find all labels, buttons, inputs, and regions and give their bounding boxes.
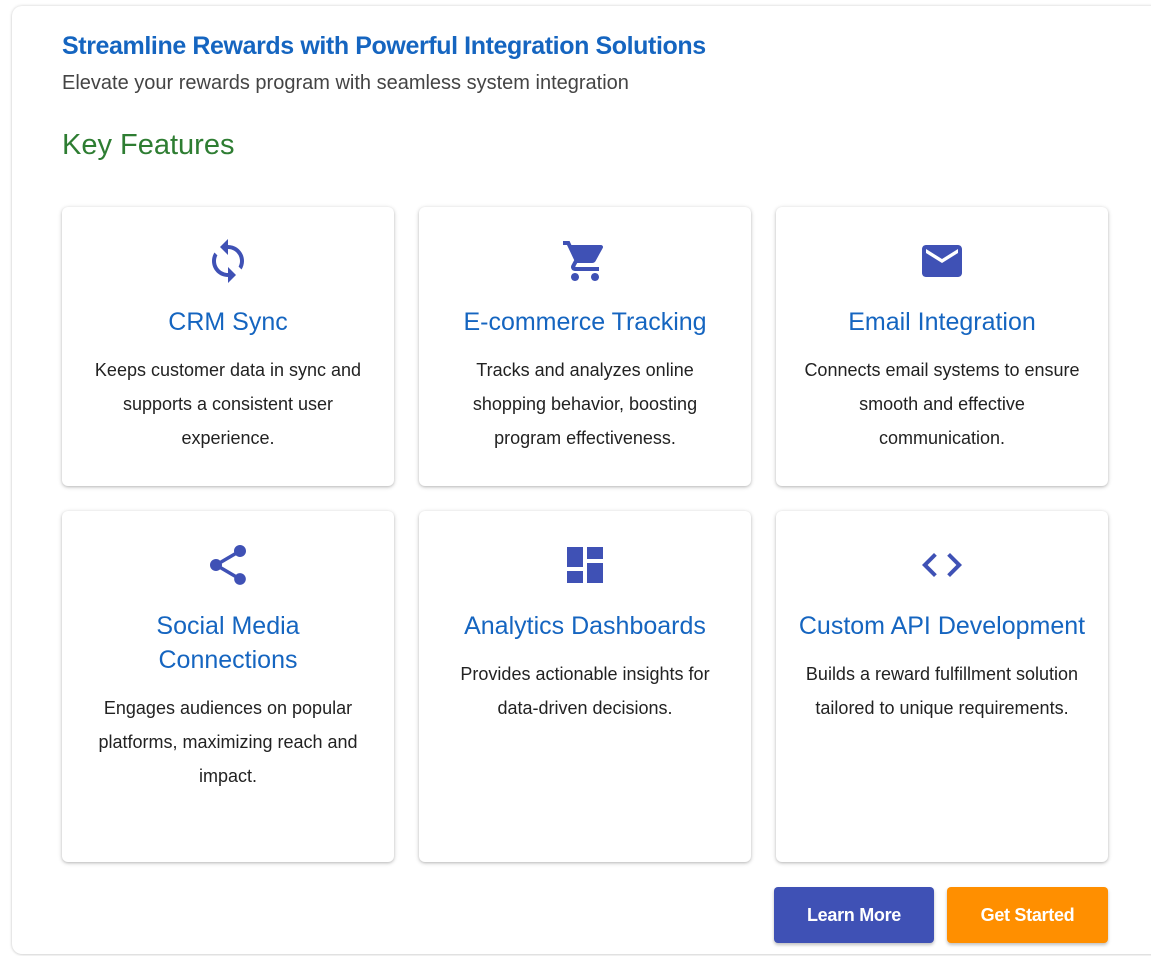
- learn-more-button[interactable]: Learn More: [774, 887, 934, 943]
- feature-card-crm-sync: CRM Sync Keeps customer data in sync and…: [62, 207, 394, 486]
- feature-title: Custom API Development: [798, 612, 1086, 640]
- feature-title: Email Integration: [848, 308, 1036, 336]
- sync-icon: [204, 237, 252, 285]
- feature-description: Tracks and analyzes online shopping beha…: [472, 360, 698, 448]
- feature-card-email-integration: Email Integration Connects email systems…: [776, 207, 1108, 486]
- feature-title: Social Media Connections: [156, 612, 300, 674]
- feature-card-custom-api: Custom API Development Builds a reward f…: [776, 511, 1108, 862]
- feature-description: Builds a reward fulfillment solution tai…: [805, 664, 1079, 718]
- feature-description: Provides actionable insights for data-dr…: [460, 664, 710, 718]
- feature-description: Connects email systems to ensure smooth …: [804, 360, 1080, 448]
- feature-description: Keeps customer data in sync and supports…: [94, 360, 362, 448]
- feature-card-ecommerce-tracking: E-commerce Tracking Tracks and analyzes …: [419, 207, 751, 486]
- dashboard-icon: [561, 541, 609, 589]
- page: Streamline Rewards with Powerful Integra…: [0, 0, 1151, 956]
- page-title: Streamline Rewards with Powerful Integra…: [62, 32, 706, 60]
- feature-card-social-media: Social Media Connections Engages audienc…: [62, 511, 394, 862]
- page-subtitle: Elevate your rewards program with seamle…: [62, 72, 629, 94]
- feature-description: Engages audiences on popular platforms, …: [98, 698, 358, 786]
- feature-card-analytics-dashboards: Analytics Dashboards Provides actionable…: [419, 511, 751, 862]
- key-features-heading: Key Features: [62, 129, 235, 161]
- code-icon: [918, 541, 966, 589]
- share-icon: [204, 541, 252, 589]
- email-icon: [918, 237, 966, 285]
- feature-title: CRM Sync: [168, 308, 288, 336]
- feature-title: Analytics Dashboards: [464, 612, 706, 640]
- shopping-cart-icon: [561, 237, 609, 285]
- feature-title: E-commerce Tracking: [463, 308, 707, 336]
- get-started-button[interactable]: Get Started: [947, 887, 1108, 943]
